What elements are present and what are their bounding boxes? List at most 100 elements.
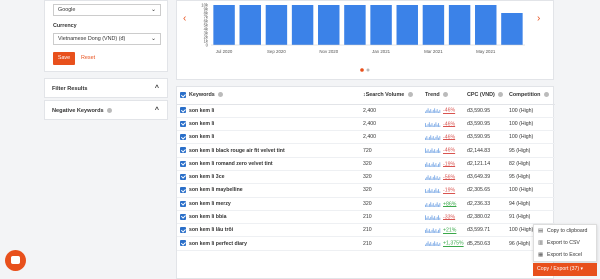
chart-pagination-dots[interactable] [359,67,373,73]
trend-sparkline [425,215,441,220]
sparkline-bar [438,204,439,207]
trend-value: +21% [443,227,457,234]
filter-results-accordion[interactable]: Filter Results ^ [44,78,168,98]
col-search-volume[interactable]: ↕Search Volume [363,87,425,105]
competition-cell: 95 (High) [509,143,555,158]
trend-cell: -56% [425,170,467,185]
row-checkbox[interactable] [180,173,186,180]
sparkline-bar [430,109,432,114]
row-checkbox[interactable] [180,227,186,234]
excel-icon: ▦ [538,252,544,258]
keyword-cell[interactable]: son kem li romand zero velvet tint [189,157,363,171]
table-row: son kem li maybelline 320 -19% đ2,305.65 100… [177,183,555,198]
chat-bubble-icon[interactable] [5,250,26,271]
sparkline-bar [436,150,438,154]
reset-button[interactable]: Reset [81,52,95,65]
chart-bar [344,5,366,45]
row-checkbox[interactable] [180,187,186,194]
keyword-cell[interactable]: son kem li black rouge air fit velvet ti… [189,143,363,158]
sparkline-bar [435,218,437,220]
row-checkbox[interactable] [180,134,186,141]
sparkline-bar [436,135,438,141]
negative-keywords-accordion[interactable]: Negative Keywords ^ [44,100,168,120]
row-checkbox[interactable] [180,200,186,207]
sparkline-bar [426,217,428,220]
sparkline-bar [428,122,430,127]
col-competition[interactable]: Competition [509,87,555,105]
sparkline-bar [426,191,428,194]
chart-next-icon[interactable]: › [537,13,540,24]
y-tick-label: 10k [201,3,209,8]
sparkline-bar [427,190,429,194]
volume-cell: 320 [363,183,425,198]
sparkline-bar [427,164,429,167]
x-tick-label: Jul 2020 [216,49,233,54]
keyword-cell[interactable]: son kem li [189,117,363,132]
col-cpc[interactable]: CPC (VND) [467,87,509,105]
volume-cell: 320 [363,197,425,211]
sparkline-bar [438,122,439,127]
competition-cell: 91 (High) [509,210,555,225]
keyword-cell[interactable]: son kem li [189,130,363,145]
trend-value: -19% [443,161,456,168]
sparkline-bar [431,122,433,127]
sparkline-bar [428,244,430,247]
row-checkbox[interactable] [180,147,186,154]
sparkline-bar [426,202,428,207]
trend-value: +1,375% [443,240,464,247]
sparkline-bar [432,110,434,114]
keyword-cell[interactable]: son kem li lâu trôi [189,223,363,238]
keyword-cell[interactable]: son kem li 3ce [189,170,363,185]
chart-bar [239,5,261,45]
clipboard-icon: ▤ [538,228,544,234]
copy-to-clipboard-item[interactable]: ▤ Copy to clipboard [534,225,596,237]
sparkline-bar [427,108,429,114]
save-button[interactable]: Save [53,52,75,65]
volume-cell: 210 [363,236,425,251]
col-keywords[interactable]: Keywords [189,87,363,105]
search-volume-chart: 0 1k 2k 3k 4k 5k 6k 7k 8k 9k 10k Jul 2020 Sep 2020 No… [176,0,554,80]
cpc-cell: đ2,305.65 [467,183,509,198]
chart-prev-icon[interactable]: ‹ [183,13,186,24]
row-checkbox[interactable] [180,160,186,167]
x-tick-label: Sep 2020 [267,49,286,54]
sparkline-bar [425,148,426,154]
sparkline-bar [436,165,438,167]
trend-value: -46% [443,121,456,128]
sparkline-bar [435,122,437,127]
sparkline-bar [428,229,430,234]
sparkline-bar [439,202,441,207]
table-row: son kem li 2,400 -46% đ3,590.95 100 (High) [177,130,555,145]
keyword-cell[interactable]: son kem li maybelline [189,183,363,198]
chart-bar [318,5,340,45]
select-all-checkbox[interactable] [180,92,186,99]
currency-select[interactable]: Vietnamese Dong (VND) (đ) ⌄ [53,33,161,45]
sparkline-bar [427,230,429,234]
chevron-up-icon: ^ [154,85,159,92]
sparkline-bar [425,244,426,247]
competition-cell: 100 (High) [509,117,555,132]
row-checkbox[interactable] [180,213,186,220]
sparkline-bar [434,230,436,234]
sparkline-bar [430,176,432,180]
currency-label: Currency [53,23,77,29]
keyword-cell[interactable]: son kem li perfect diary [189,236,363,251]
sparkline-bar [438,244,439,247]
keyword-cell[interactable]: son kem li merzy [189,197,363,211]
keyword-cell[interactable]: son kem li bbia [189,210,363,225]
keyword-cell[interactable]: son kem li [189,104,363,118]
row-checkbox[interactable] [180,107,186,114]
info-icon [498,92,504,98]
col-trend[interactable]: Trend [425,87,467,105]
currency-value: Vietnamese Dong (VND) (đ) [58,36,126,42]
copy-export-button[interactable]: Copy / Export (37) ▾ [533,263,597,276]
row-checkbox[interactable] [180,120,186,127]
export-csv-item[interactable]: ▥ Export to CSV [534,237,596,249]
search-engine-select[interactable]: Google ⌄ [53,4,161,16]
trend-cell: -46% [425,117,467,132]
row-checkbox[interactable] [180,240,186,247]
table-row: son kem li 3ce 320 -56% đ3,649.39 95 (High) [177,170,555,185]
sparkline-bar [432,243,434,247]
chevron-down-icon: ⌄ [150,7,156,13]
export-excel-item[interactable]: ▦ Export to Excel [534,249,596,261]
